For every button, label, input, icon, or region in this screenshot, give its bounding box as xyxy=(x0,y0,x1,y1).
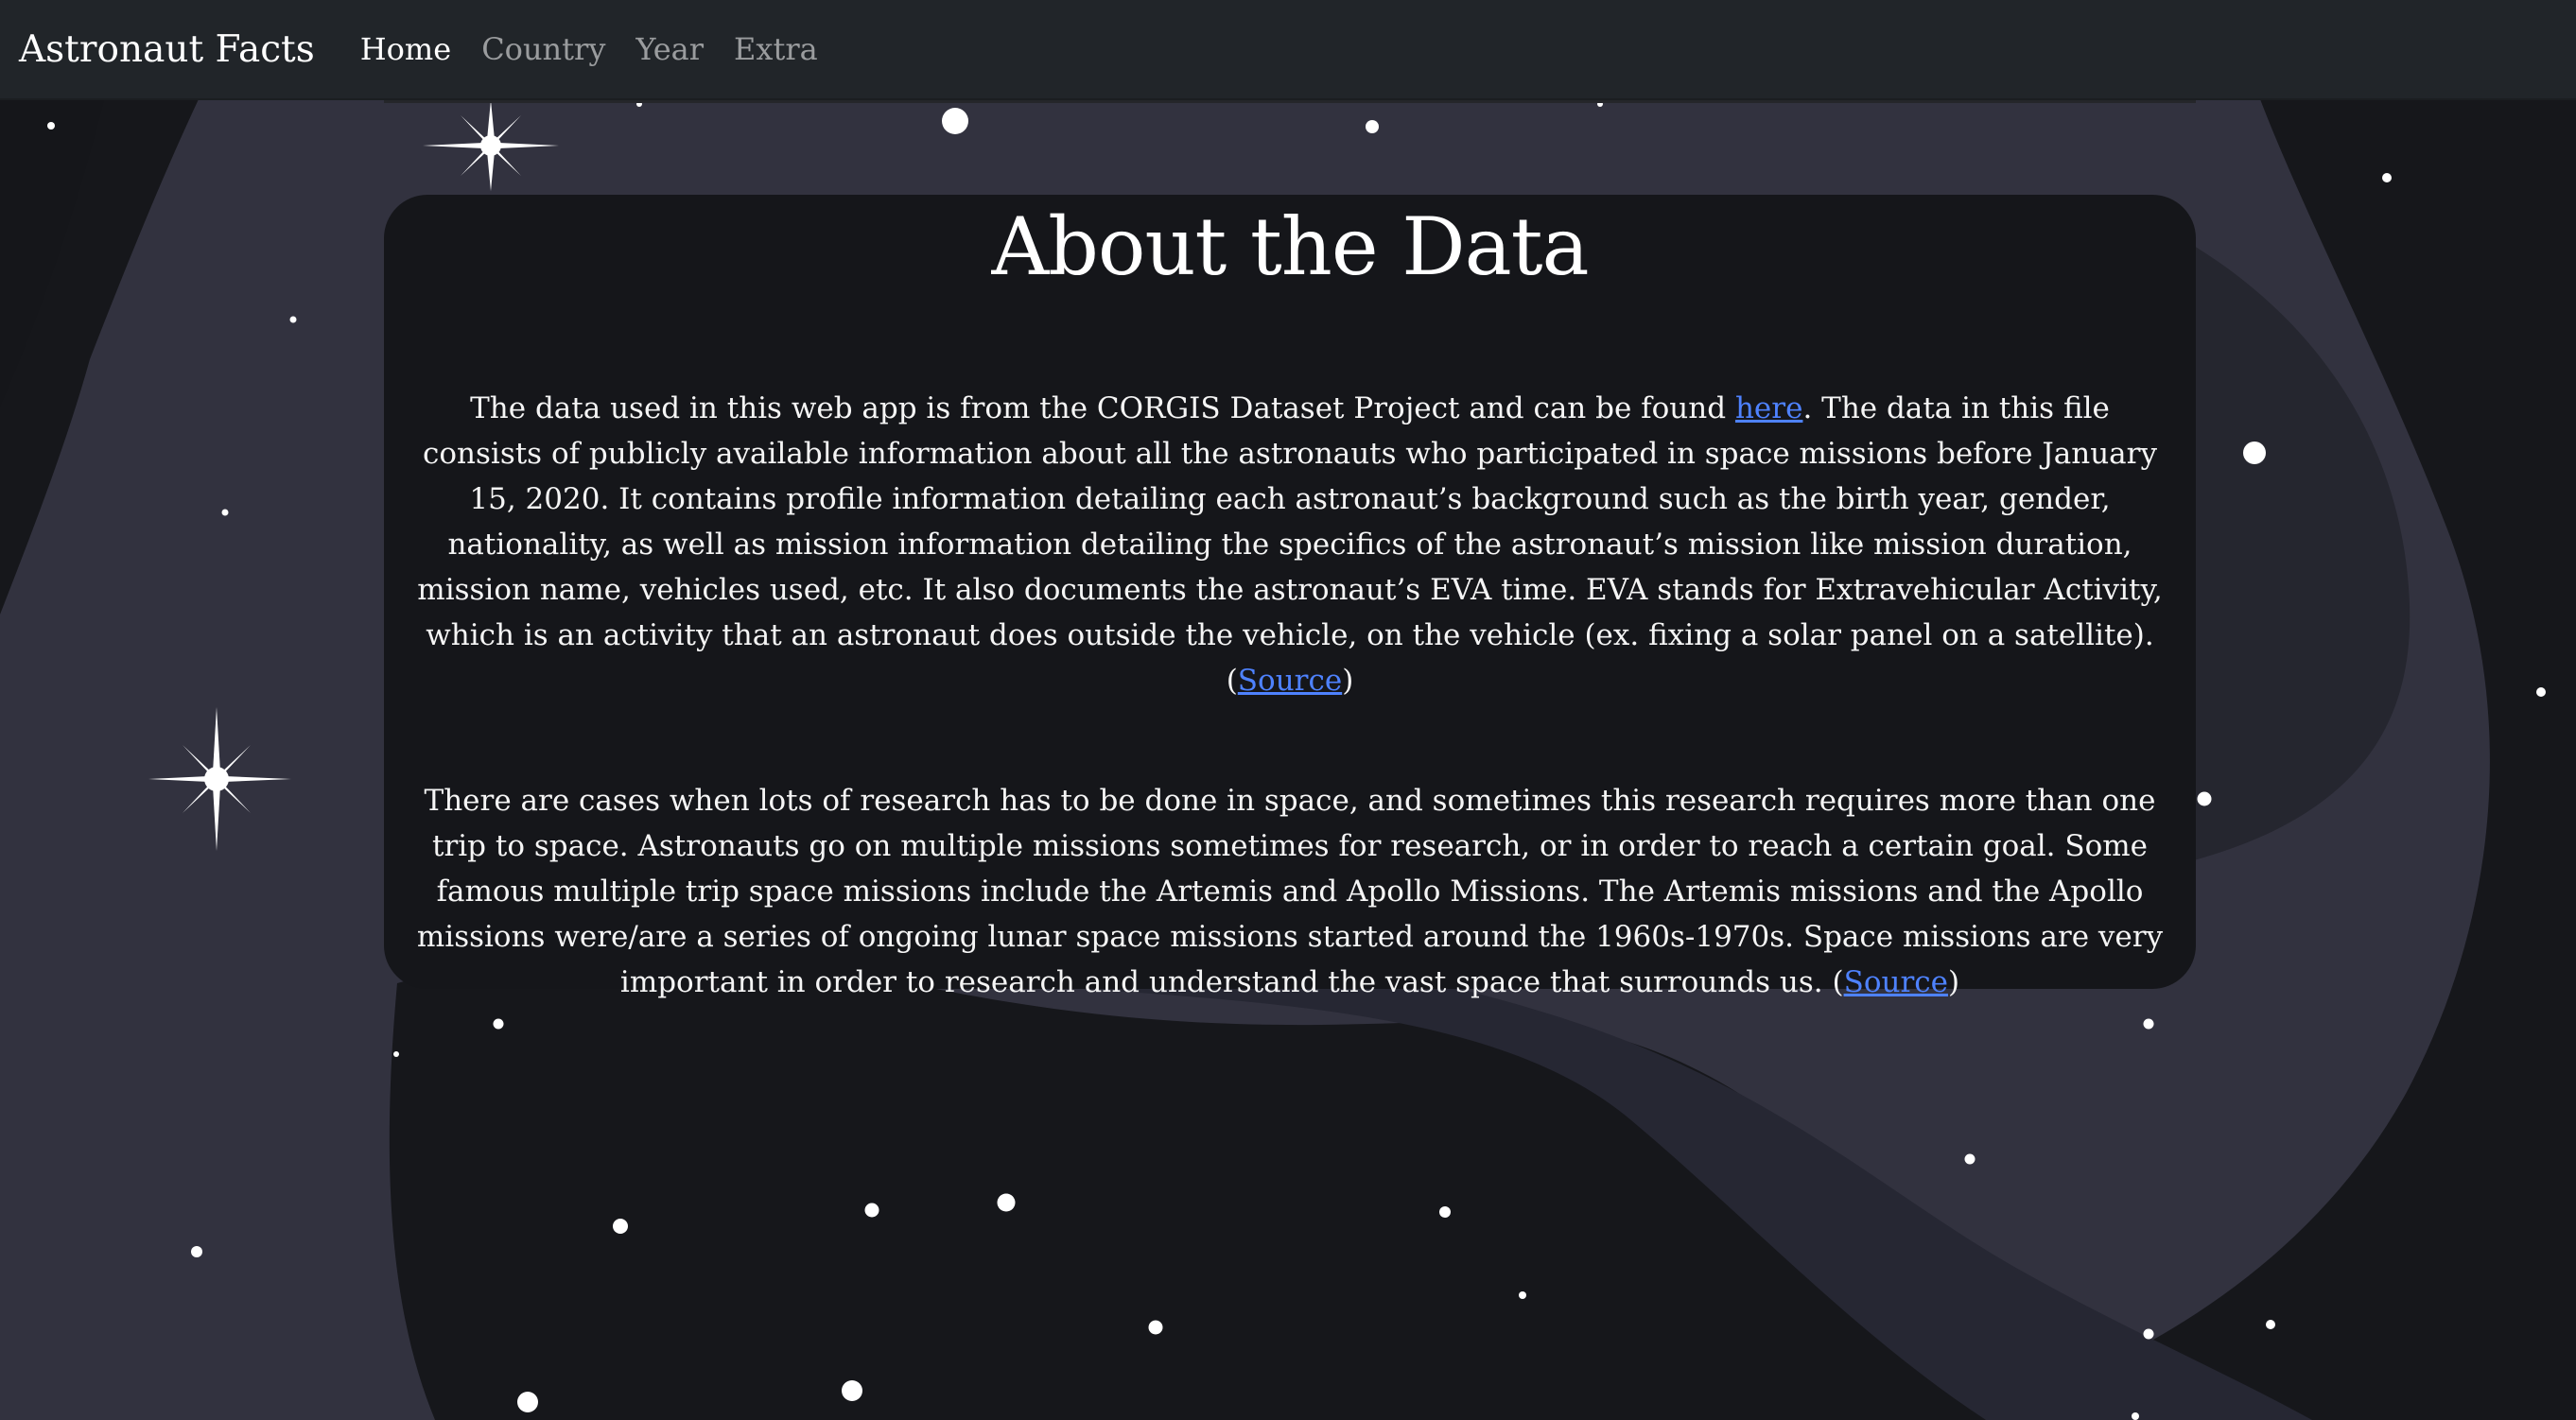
star xyxy=(613,1219,628,1234)
star xyxy=(47,122,55,130)
star xyxy=(493,1018,504,1030)
paragraph2-source-link[interactable]: Source xyxy=(1844,965,1948,999)
star xyxy=(997,1193,1016,1212)
star xyxy=(942,108,968,134)
nav-country-link[interactable]: Country xyxy=(481,34,605,64)
star xyxy=(393,1051,399,1057)
paragraph2-source-open: ( xyxy=(1832,965,1844,1000)
paragraph2-source-wrapper: (Source) xyxy=(1832,965,1959,999)
paragraph1-source-wrapper: (Source) xyxy=(1227,664,1354,698)
about-data-card: About the Data The data used in this web… xyxy=(384,195,2196,999)
data-source-paragraph: The data used in this web app is from th… xyxy=(416,386,2164,703)
nav-menu: Home Country Year Extra xyxy=(360,34,818,64)
paragraph1-intro-text: The data used in this web app is from th… xyxy=(470,391,1735,426)
space-missions-paragraph: There are cases when lots of research ha… xyxy=(416,778,2164,1005)
star xyxy=(289,316,297,323)
nav-home-link[interactable]: Home xyxy=(360,34,451,64)
star xyxy=(1366,120,1379,133)
star xyxy=(1148,1320,1163,1335)
star xyxy=(1439,1206,1451,1218)
star xyxy=(2143,1018,2154,1030)
star xyxy=(2132,1412,2139,1420)
brand-link[interactable]: Astronaut Facts xyxy=(19,31,315,68)
star xyxy=(2197,791,2212,806)
nav-extra-link[interactable]: Extra xyxy=(734,34,818,64)
astronaut-facts-page: Astronaut Facts Home Country Year Extra … xyxy=(0,0,2576,1420)
top-content-edge xyxy=(384,100,2196,103)
star xyxy=(2536,687,2546,697)
star xyxy=(191,1246,202,1257)
paragraph1-body-text: . The data in this file consists of publ… xyxy=(417,391,2163,653)
star xyxy=(2143,1328,2154,1340)
star xyxy=(2266,1320,2275,1329)
paragraph1-source-close: ) xyxy=(1342,664,1354,699)
star xyxy=(1519,1291,1526,1299)
star xyxy=(517,1392,538,1412)
star xyxy=(221,509,229,516)
paragraph2-source-close: ) xyxy=(1947,965,1960,1000)
nav-year-link[interactable]: Year xyxy=(635,34,704,64)
star xyxy=(2243,442,2266,464)
page-title: About the Data xyxy=(991,200,1589,293)
star xyxy=(842,1380,862,1401)
star xyxy=(1964,1153,1976,1165)
paragraph1-source-link[interactable]: Source xyxy=(1238,664,1342,698)
star xyxy=(2382,173,2392,182)
dataset-here-link[interactable]: here xyxy=(1735,391,1802,425)
paragraph1-source-open: ( xyxy=(1226,664,1238,699)
star xyxy=(864,1203,879,1218)
top-navigation-bar: Astronaut Facts Home Country Year Extra xyxy=(0,0,2576,100)
